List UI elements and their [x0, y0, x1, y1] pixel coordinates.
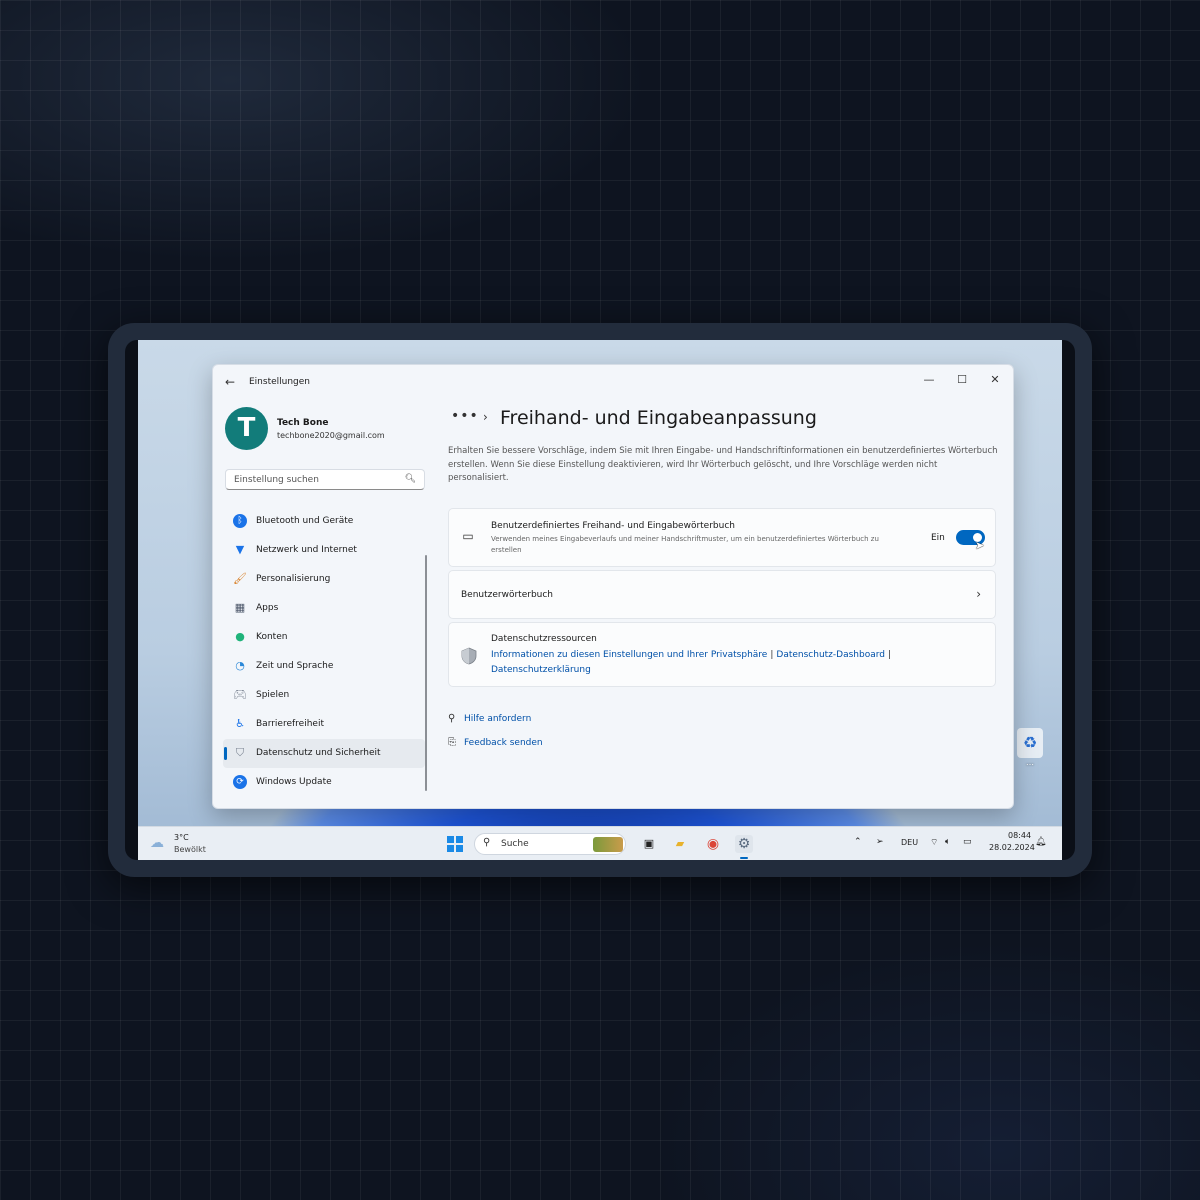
- tray-overflow-icon[interactable]: ⌃: [854, 837, 862, 847]
- custom-dictionary-card: ▭ Benutzerdefiniertes Freihand- und Eing…: [448, 508, 996, 567]
- sidebar-item-personalization[interactable]: 🖌︎ Personalisierung: [223, 565, 425, 594]
- close-button[interactable]: ✕: [979, 369, 1011, 391]
- feedback-link[interactable]: Feedback senden: [464, 738, 543, 748]
- sidebar-item-network[interactable]: ▼ Netzwerk und Internet: [223, 536, 425, 565]
- sidebar-item-bluetooth[interactable]: ᛒ Bluetooth und Geräte: [223, 507, 425, 536]
- privacy-resources-card: Datenschutzressourcen Informationen zu d…: [448, 622, 996, 687]
- settings-app-icon[interactable]: ⚙: [735, 835, 753, 859]
- minimize-button[interactable]: —: [913, 369, 945, 391]
- notification-bell-icon[interactable]: 🔔︎: [1035, 837, 1046, 847]
- weather-temp[interactable]: 3°C: [174, 833, 189, 842]
- page-title: Freihand- und Eingabeanpassung: [500, 407, 817, 429]
- taskbar-search-placeholder: Suche: [501, 839, 529, 849]
- sidebar-item-windows-update[interactable]: ⟳ Windows Update: [223, 768, 425, 797]
- gamepad-icon: 🎮︎: [233, 688, 247, 701]
- active-indicator: [224, 747, 227, 760]
- taskbar: ☁ 3°C Bewölkt ⚲ Suche ▣ ▰ ◉ ⚙ ⌃ ➢ DEU ⌔: [138, 826, 1062, 860]
- dictionary-icon: ▭: [462, 529, 474, 543]
- sidebar-scrollbar[interactable]: [425, 555, 427, 791]
- brush-icon: 🖌︎: [233, 572, 247, 585]
- breadcrumb-more-button[interactable]: •••: [451, 408, 479, 424]
- recycle-bin-icon: ♻: [1017, 728, 1043, 758]
- sidebar-item-privacy-security[interactable]: ⛉ Datenschutz und Sicherheit: [223, 739, 425, 768]
- location-icon[interactable]: ➢: [876, 837, 884, 847]
- bluetooth-icon: ᛒ: [233, 514, 247, 528]
- page-description: Erhalten Sie bessere Vorschläge, indem S…: [448, 446, 998, 483]
- volume-icon[interactable]: 🔈︎: [945, 837, 950, 847]
- accessibility-icon: ♿︎: [235, 717, 245, 730]
- sidebar-item-accessibility[interactable]: ♿︎ Barrierefreiheit: [223, 710, 425, 739]
- help-icon: ⚲: [448, 713, 456, 724]
- settings-search-input[interactable]: Einstellung suchen 🔍︎: [225, 469, 425, 490]
- user-dictionary-title: Benutzerwörterbuch: [461, 590, 554, 600]
- user-email: techbone2020@gmail.com: [277, 431, 385, 440]
- link-separator: |: [770, 650, 774, 660]
- sidebar-item-accounts[interactable]: ● Konten: [223, 623, 425, 652]
- search-highlight-image: [593, 837, 623, 852]
- wifi-icon[interactable]: ⌔: [930, 837, 938, 848]
- breadcrumb-chevron-icon: ›: [483, 410, 488, 424]
- help-link-row[interactable]: ⚲ Hilfe anfordern: [448, 713, 531, 724]
- clock-date[interactable]: 28.02.2024: [989, 843, 1035, 852]
- taskbar-search[interactable]: ⚲ Suche: [474, 833, 626, 855]
- custom-dictionary-title: Benutzerdefiniertes Freihand- und Eingab…: [491, 521, 735, 531]
- recycle-bin-desktop-icon[interactable]: ♻ …: [1010, 728, 1050, 767]
- update-icon: ⟳: [233, 775, 247, 789]
- privacy-statement-link[interactable]: Datenschutzerklärung: [491, 665, 591, 675]
- start-button[interactable]: [447, 836, 463, 852]
- weather-condition[interactable]: Bewölkt: [174, 845, 206, 854]
- task-view-icon[interactable]: ▣: [640, 835, 658, 853]
- settings-window: ← Einstellungen — ☐ ✕ T Tech Bone techbo…: [212, 364, 1014, 809]
- feedback-icon: ⎘: [448, 737, 456, 748]
- apps-icon: ▦: [234, 601, 246, 614]
- search-placeholder: Einstellung suchen: [234, 475, 319, 485]
- privacy-info-link[interactable]: Informationen zu diesen Einstellungen un…: [491, 650, 767, 660]
- battery-icon[interactable]: ▭: [963, 837, 972, 847]
- app-title: Einstellungen: [249, 377, 311, 387]
- search-icon: ⚲: [483, 837, 491, 848]
- desktop: ♻ … ← Einstellungen — ☐ ✕ T Tech Bone te…: [138, 340, 1062, 860]
- shield-icon: ⛉: [235, 746, 245, 759]
- user-dictionary-card[interactable]: Benutzerwörterbuch ›: [448, 570, 996, 619]
- sidebar-nav: ᛒ Bluetooth und Geräte ▼ Netzwerk und In…: [223, 507, 425, 797]
- user-name: Tech Bone: [277, 418, 329, 428]
- link-separator: |: [887, 650, 892, 660]
- privacy-dashboard-link[interactable]: Datenschutz-Dashboard: [776, 650, 885, 660]
- wifi-icon: ▼: [235, 543, 245, 556]
- back-arrow-icon[interactable]: ←: [225, 375, 235, 389]
- avatar[interactable]: T: [225, 407, 268, 450]
- sidebar-item-time-language[interactable]: ◔ Zeit und Sprache: [223, 652, 425, 681]
- privacy-resources-title: Datenschutzressourcen: [491, 634, 597, 644]
- device-frame: ♻ … ← Einstellungen — ☐ ✕ T Tech Bone te…: [108, 323, 1092, 877]
- sidebar-item-gaming[interactable]: 🎮︎ Spielen: [223, 681, 425, 710]
- mouse-cursor-icon: ➤: [975, 539, 985, 552]
- language-indicator[interactable]: DEU: [901, 838, 918, 847]
- cloud-icon[interactable]: ☁: [150, 835, 164, 851]
- toggle-state-label: Ein: [931, 533, 945, 543]
- chevron-right-icon: ›: [976, 587, 981, 601]
- feedback-link-row[interactable]: ⎘ Feedback senden: [448, 737, 543, 748]
- globe-clock-icon: ◔: [235, 659, 245, 672]
- clock-time[interactable]: 08:44: [1008, 831, 1031, 840]
- search-icon: 🔍︎: [404, 474, 416, 484]
- maximize-button[interactable]: ☐: [946, 369, 978, 391]
- chrome-icon[interactable]: ◉: [704, 835, 722, 853]
- privacy-links: Informationen zu diesen Einstellungen un…: [491, 648, 961, 678]
- shield-icon: [461, 647, 477, 665]
- sidebar-item-apps[interactable]: ▦ Apps: [223, 594, 425, 623]
- file-explorer-icon[interactable]: ▰: [671, 835, 689, 853]
- custom-dictionary-subtitle: Verwenden meines Eingabeverlaufs und mei…: [491, 535, 879, 554]
- device-screen-bezel: ♻ … ← Einstellungen — ☐ ✕ T Tech Bone te…: [125, 340, 1075, 860]
- person-icon: ●: [235, 630, 245, 643]
- help-link[interactable]: Hilfe anfordern: [464, 714, 531, 724]
- title-bar: ← Einstellungen — ☐ ✕: [213, 365, 1013, 399]
